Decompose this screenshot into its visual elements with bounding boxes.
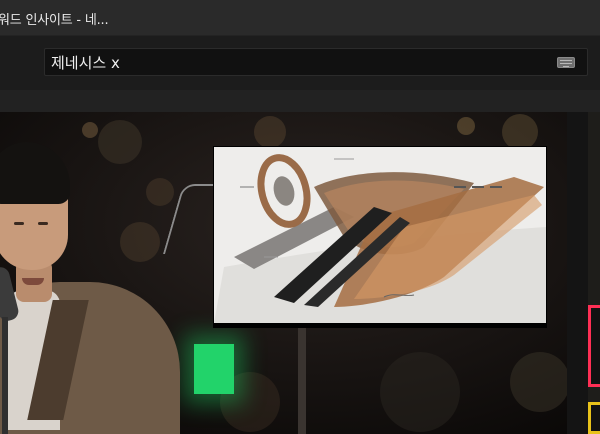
green-stage-light bbox=[194, 344, 234, 394]
keyboard-icon[interactable] bbox=[557, 57, 575, 68]
toolbar-separator bbox=[0, 90, 600, 112]
window-titlebar: 워드 인사이트 - 네... bbox=[0, 0, 600, 36]
search-toolbar: 제네시스 x bbox=[0, 36, 600, 90]
recommended-thumbnail[interactable] bbox=[588, 402, 600, 434]
speaker-eye bbox=[14, 222, 24, 225]
speaker-mouth bbox=[22, 278, 44, 285]
video-player[interactable] bbox=[0, 112, 567, 434]
microphone-stand bbox=[2, 317, 8, 434]
recommended-thumbnail[interactable] bbox=[588, 305, 600, 387]
search-query-text: 제네시스 x bbox=[51, 54, 120, 72]
window-title: 워드 인사이트 - 네... bbox=[0, 13, 109, 28]
speaker-eye bbox=[38, 222, 48, 225]
screen-stand bbox=[298, 327, 306, 434]
right-sidebar bbox=[567, 112, 600, 434]
car-interior-sketch bbox=[214, 147, 546, 323]
presentation-screen bbox=[213, 146, 547, 328]
search-input[interactable]: 제네시스 x bbox=[44, 48, 588, 76]
